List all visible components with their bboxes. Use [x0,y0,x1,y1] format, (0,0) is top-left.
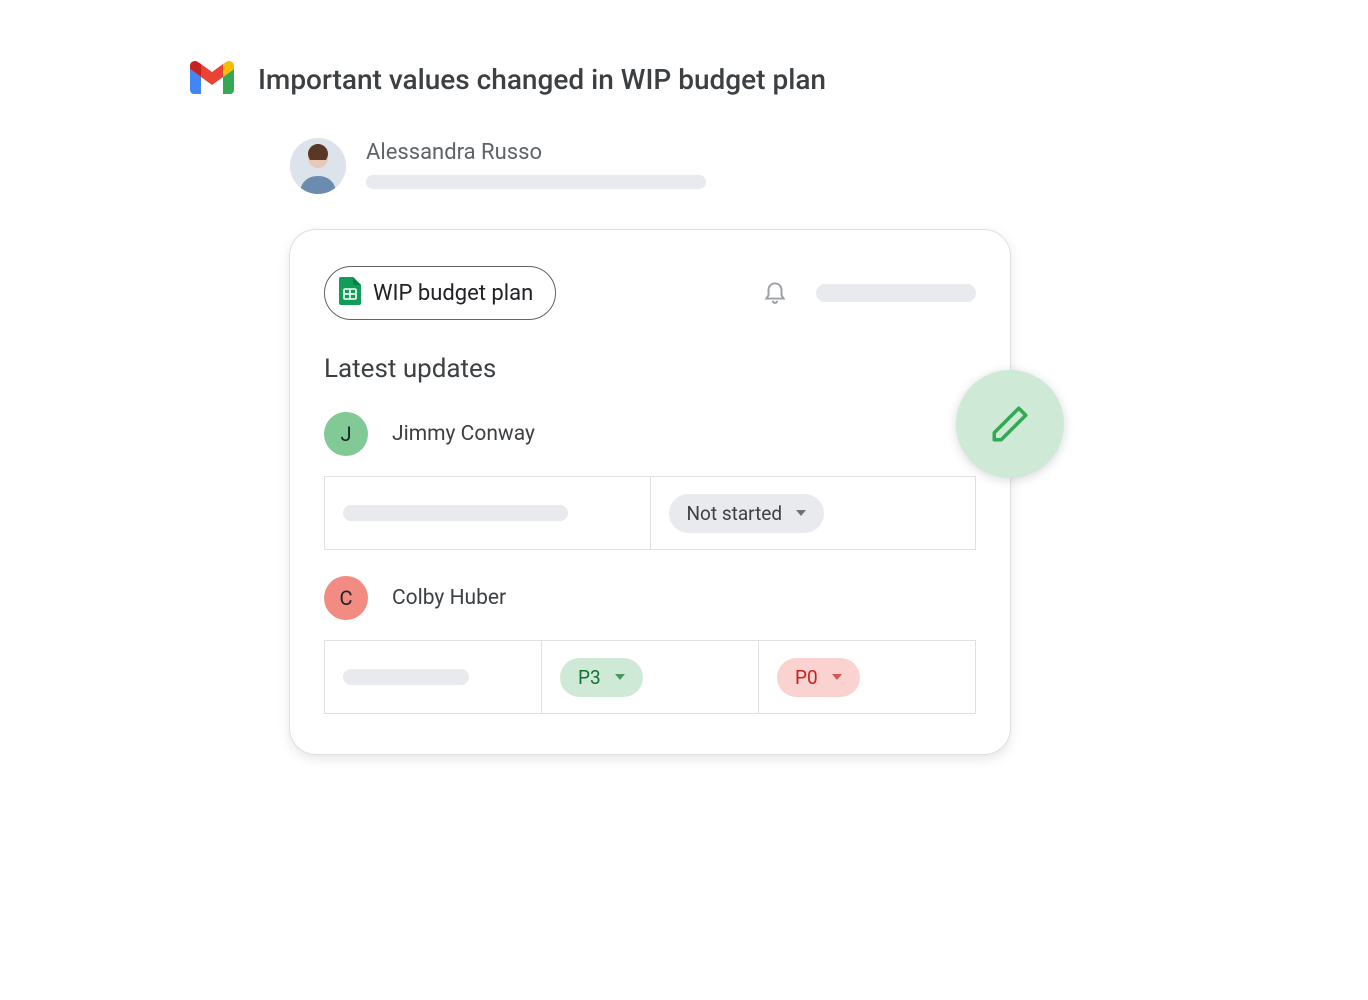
user-avatar-initial: J [324,412,368,456]
cell-placeholder [343,669,469,685]
chevron-down-icon [832,674,842,680]
email-subject: Important values changed in WIP budget p… [258,63,826,96]
cell-placeholder [343,505,568,521]
user-name: Jimmy Conway [392,422,535,446]
email-header: Important values changed in WIP budget p… [190,60,1178,98]
pencil-icon [989,403,1031,445]
edit-fab[interactable] [956,370,1064,478]
update-row: Not started [324,476,976,550]
sender-meta-placeholder [366,175,706,189]
gmail-icon [190,60,234,98]
update-block: C Colby Huber P3 P0 [324,576,976,714]
update-cell [325,641,542,713]
sender-avatar [290,138,346,194]
update-cell [325,477,651,549]
sheets-icon [339,277,361,309]
update-row: P3 P0 [324,640,976,714]
user-name: Colby Huber [392,586,506,610]
document-chip-label: WIP budget plan [373,281,533,306]
updates-card: WIP budget plan Latest updates J Jimmy C… [290,230,1010,754]
priority-pill-label: P3 [578,666,601,689]
priority-pill[interactable]: P3 [560,658,643,697]
priority-pill-label: P0 [795,666,818,689]
status-pill-label: Not started [687,502,783,525]
sender-name: Alessandra Russo [366,140,706,165]
user-avatar-initial: C [324,576,368,620]
bell-icon[interactable] [762,278,788,308]
chevron-down-icon [615,674,625,680]
update-cell: P3 [542,641,759,713]
update-cell: P0 [759,641,975,713]
update-cell: Not started [651,477,976,549]
priority-pill[interactable]: P0 [777,658,860,697]
chevron-down-icon [796,510,806,516]
section-title: Latest updates [324,354,976,384]
sender-row: Alessandra Russo [290,138,1178,194]
update-block: J Jimmy Conway Not started [324,412,976,550]
card-header-placeholder [816,284,976,302]
status-pill[interactable]: Not started [669,494,825,533]
document-chip[interactable]: WIP budget plan [324,266,556,320]
